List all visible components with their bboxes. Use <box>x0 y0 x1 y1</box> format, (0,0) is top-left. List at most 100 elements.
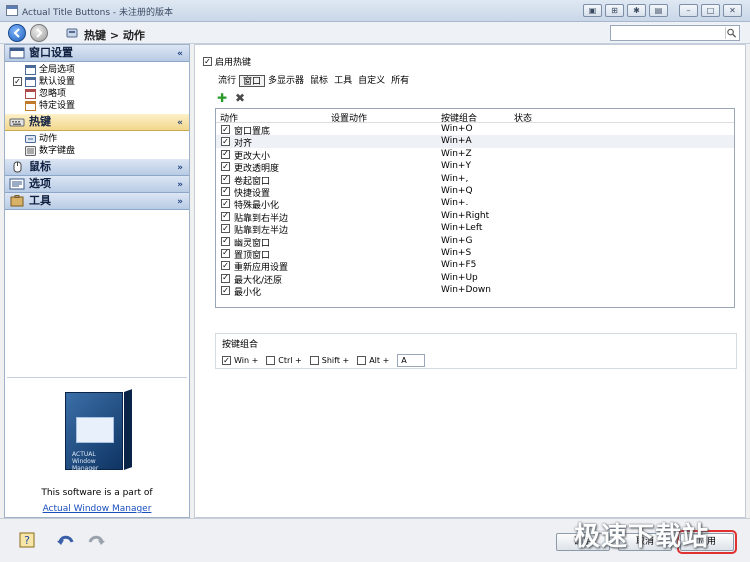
collapse-chevron-icon[interactable]: « <box>177 115 183 131</box>
sidebar-item-label: 忽略项 <box>39 89 67 99</box>
sidebar-section-hotkeys[interactable]: 热键 « <box>5 114 189 131</box>
title-button-2[interactable]: ⊞ <box>605 4 624 17</box>
alt-checkbox[interactable] <box>357 356 367 365</box>
sidebar-section-window-settings[interactable]: 窗口设置 « <box>5 45 189 62</box>
table-row[interactable]: ✓ 幽灵窗口 Win+G <box>216 235 734 249</box>
row-checkbox[interactable]: ✓ <box>221 236 230 246</box>
row-action-name: 最小化 <box>234 288 262 299</box>
sidebar-item-numpad[interactable]: 数字键盘 <box>19 145 189 157</box>
promo-link[interactable]: Actual Window Manager <box>7 504 187 514</box>
arrow-right-icon <box>36 28 43 38</box>
tab-all[interactable]: 所有 <box>388 75 412 87</box>
tab-mouse[interactable]: 鼠标 <box>307 75 331 87</box>
help-icon[interactable]: ? <box>18 531 38 549</box>
navigation-bar: 热键 > 动作 <box>0 22 750 44</box>
row-checkbox[interactable]: ✓ <box>221 149 230 159</box>
expand-chevron-icon[interactable]: » <box>177 177 183 193</box>
shift-checkbox[interactable] <box>309 356 319 365</box>
table-row[interactable]: ✓ 贴靠到右半边 Win+Right <box>216 210 734 224</box>
maximize-button[interactable]: □ <box>701 4 720 17</box>
forward-button[interactable] <box>30 24 48 42</box>
sidebar-item-ignore[interactable]: 忽略项 <box>19 88 189 100</box>
table-row[interactable]: ✓ 快捷设置 Win+Q <box>216 185 734 199</box>
table-row[interactable]: ✓ 更改大小 Win+Z <box>216 148 734 162</box>
row-checkbox[interactable]: ✓ <box>221 125 230 134</box>
search-input[interactable] <box>610 25 740 41</box>
row-checkbox[interactable]: ✓ <box>221 273 230 283</box>
actions-table: 动作 设置动作 按键组合 状态 ✓ 窗口置底 Win+O ✓ 对齐 Win+A ✓ 更改大… <box>215 108 735 308</box>
table-row[interactable]: ✓ 特殊最小化 Win+. <box>216 197 734 211</box>
table-row[interactable]: ✓ 更改透明度 Win+Y <box>216 160 734 174</box>
row-hotkey: Win+Q <box>441 185 473 196</box>
enable-hotkeys-checkbox[interactable]: ✓ <box>203 57 212 66</box>
table-row[interactable]: ✓ 置顶窗口 Win+S <box>216 247 734 261</box>
row-checkbox[interactable]: ✓ <box>221 174 230 184</box>
row-checkbox[interactable]: ✓ <box>221 286 230 296</box>
search-icon[interactable] <box>725 27 737 39</box>
sidebar-section-label: 工具 <box>29 194 51 207</box>
window-icon <box>25 77 36 87</box>
table-row[interactable]: ✓ 重新应用设置 Win+F5 <box>216 259 734 273</box>
row-checkbox[interactable]: ✓ <box>221 186 230 196</box>
tab-custom[interactable]: 自定义 <box>355 75 388 87</box>
default-settings-checkbox[interactable]: ✓ <box>13 77 22 86</box>
ctrl-checkbox[interactable] <box>266 356 276 365</box>
row-hotkey: Win+A <box>441 136 472 147</box>
sidebar-item-specific-settings[interactable]: 特定设置 <box>19 100 189 112</box>
expand-chevron-icon[interactable]: » <box>177 160 183 176</box>
sidebar-item-default-settings[interactable]: ✓ 默认设置 <box>13 76 189 88</box>
undo-icon[interactable] <box>56 531 76 549</box>
table-row[interactable]: ✓ 最大化/还原 Win+Up <box>216 272 734 286</box>
row-checkbox[interactable]: ✓ <box>221 248 230 258</box>
table-row[interactable]: ✓ 卷起窗口 Win+, <box>216 173 734 187</box>
plus-icon: ✚ <box>216 91 228 105</box>
row-hotkey: Win+, <box>441 173 469 184</box>
row-checkbox[interactable]: ✓ <box>221 261 230 271</box>
enable-hotkeys-option[interactable]: ✓ 启用热键 <box>203 55 251 68</box>
title-button-3[interactable]: ✱ <box>627 4 646 17</box>
sidebar-item-actions[interactable]: 动作 <box>19 133 189 145</box>
modifier-ctrl[interactable]: Ctrl + <box>266 356 302 365</box>
back-button[interactable] <box>8 24 26 42</box>
tab-window[interactable]: 窗口 <box>239 75 266 87</box>
table-row[interactable]: ✓ 窗口置底 Win+O <box>216 123 734 137</box>
modifier-shift[interactable]: Shift + <box>309 356 349 365</box>
modifier-win[interactable]: ✓ Win + <box>222 356 258 365</box>
tab-tools[interactable]: 工具 <box>331 75 355 87</box>
tab-popular[interactable]: 流行 <box>215 75 239 87</box>
table-row[interactable]: ✓ 对齐 Win+A <box>216 135 734 149</box>
row-checkbox[interactable]: ✓ <box>221 211 230 221</box>
sidebar-section-tools[interactable]: 工具 » <box>5 193 189 210</box>
table-row[interactable]: ✓ 最小化 Win+Down <box>216 284 734 299</box>
sidebar-section-options[interactable]: 选项 » <box>5 176 189 193</box>
expand-chevron-icon[interactable]: » <box>177 194 183 210</box>
minimize-button[interactable]: – <box>679 4 698 17</box>
tab-multi-monitor[interactable]: 多显示器 <box>265 75 307 87</box>
table-row[interactable]: ✓ 贴靠到左半边 Win+Left <box>216 222 734 236</box>
key-input[interactable]: A <box>397 354 426 367</box>
row-hotkey: Win+S <box>441 247 472 258</box>
sidebar-item-global-options[interactable]: 全局选项 <box>19 64 189 76</box>
window-title: Actual Title Buttons - 未注册的版本 <box>22 8 174 18</box>
row-checkbox[interactable]: ✓ <box>221 162 230 172</box>
win-checkbox[interactable]: ✓ <box>222 356 231 365</box>
row-checkbox[interactable]: ✓ <box>221 224 230 234</box>
title-button-4[interactable]: ▤ <box>649 4 668 17</box>
modifier-alt[interactable]: Alt + <box>357 356 389 365</box>
promo-text: This software is a part of <box>41 488 153 498</box>
row-checkbox[interactable]: ✓ <box>221 199 230 209</box>
sidebar-item-label: 默认设置 <box>39 77 76 87</box>
sidebar-section-mouse[interactable]: 鼠标 » <box>5 159 189 176</box>
promo-panel: ACTUAL Window Manager This software is a… <box>7 377 187 517</box>
close-button[interactable]: ✕ <box>723 4 742 17</box>
sidebar-item-label: 特定设置 <box>39 101 76 111</box>
product-screen-graphic <box>76 417 114 443</box>
add-button[interactable]: ✚ <box>215 91 229 105</box>
collapse-chevron-icon[interactable]: « <box>177 46 183 62</box>
product-box-label: ACTUAL Window Manager <box>72 451 122 472</box>
delete-button[interactable]: ✖ <box>233 91 247 105</box>
redo-icon[interactable] <box>86 531 106 549</box>
title-button-1[interactable]: ▣ <box>583 4 602 17</box>
row-checkbox[interactable]: ✓ <box>221 137 230 147</box>
svg-text:?: ? <box>24 534 30 547</box>
